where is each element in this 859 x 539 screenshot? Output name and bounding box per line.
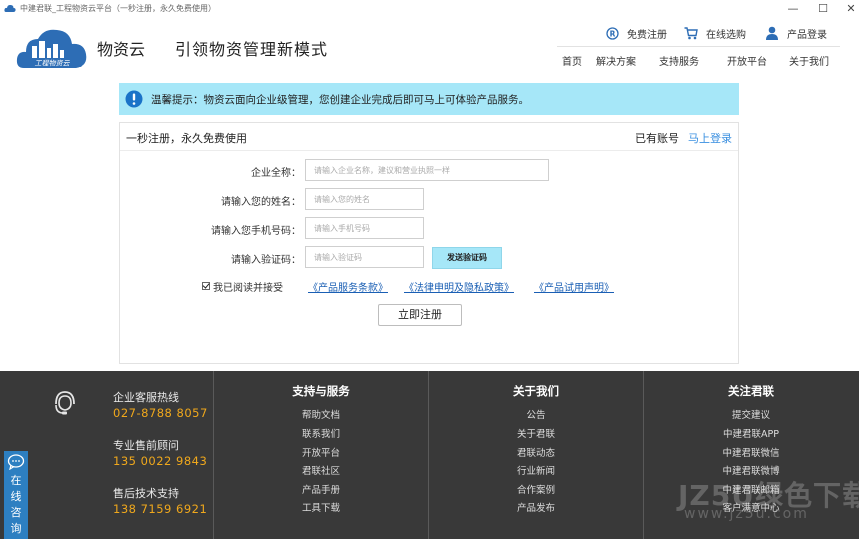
register-submit-button[interactable]: 立即注册	[378, 304, 462, 326]
brand-name: 物资云	[97, 40, 146, 59]
code-input[interactable]	[305, 246, 424, 268]
nav-divider	[557, 46, 840, 47]
logo-text: 工程物资云	[35, 60, 71, 68]
app-cloud-icon	[4, 4, 16, 12]
footer-link[interactable]: 公告	[429, 407, 643, 421]
footer-link[interactable]: 开放平台	[214, 445, 428, 459]
agree-checkbox[interactable]	[202, 282, 210, 290]
login-label: 产品登录	[787, 29, 827, 41]
login-link[interactable]: 产品登录	[765, 24, 827, 42]
aftersales-phone: 138 7159 6921	[113, 502, 208, 516]
panel-title: 一秒注册，永久免费使用	[126, 132, 247, 145]
svg-text:R: R	[610, 29, 616, 38]
nav-solutions[interactable]: 解决方案	[596, 53, 636, 68]
minimize-button[interactable]: —	[778, 0, 808, 18]
footer-link[interactable]: 君联社区	[214, 463, 428, 477]
panel-header: 一秒注册，永久免费使用 已有账号 马上登录	[120, 123, 738, 151]
notice-banner: 温馨提示：物资云面向企业级管理，您创建企业完成后即可马上可体验产品服务。	[119, 83, 739, 115]
user-icon	[766, 26, 778, 40]
agree-label: 我已阅读并接受	[213, 282, 283, 294]
follow-column-title: 关注君联	[728, 384, 774, 398]
online-consult-button[interactable]: 在线咨询	[4, 451, 28, 539]
footer-link[interactable]: 中建君联APP	[644, 426, 858, 440]
hotline-label: 企业客服热线	[113, 391, 179, 404]
company-input[interactable]	[305, 159, 549, 181]
support-column-title: 支持与服务	[292, 384, 350, 398]
window-titlebar: 中建君联_工程物资云平台（一秒注册，永久免费使用） — ☐ ✕	[0, 0, 859, 18]
company-logo[interactable]: 工程物资云	[14, 22, 90, 74]
footer-link[interactable]: 产品手册	[214, 482, 428, 496]
code-label: 请输入验证码：	[231, 255, 301, 266]
cart-icon	[684, 26, 698, 39]
footer-link[interactable]: 产品发布	[429, 500, 643, 514]
shop-label: 在线选购	[706, 29, 746, 41]
info-icon	[125, 90, 143, 108]
footer-link[interactable]: 行业新闻	[429, 463, 643, 477]
headset-icon	[55, 391, 75, 415]
online-consult-label: 在线咨询	[10, 474, 22, 535]
trial-statement-link[interactable]: 《产品试用声明》	[534, 279, 614, 294]
footer-link[interactable]: 关于君联	[429, 426, 643, 440]
footer-link[interactable]: 君联动态	[429, 445, 643, 459]
register-label: 免费注册	[627, 29, 667, 41]
shop-link[interactable]: 在线选购	[684, 24, 746, 42]
login-now-link[interactable]: 马上登录	[688, 130, 732, 146]
close-button[interactable]: ✕	[836, 0, 859, 18]
footer-link[interactable]: 联系我们	[214, 426, 428, 440]
footer-link[interactable]: 提交建议	[644, 407, 858, 421]
footer-link[interactable]: 合作案例	[429, 482, 643, 496]
phone-label: 请输入您手机号码：	[211, 226, 301, 237]
presales-label: 专业售前顾问	[113, 439, 179, 452]
chat-bubble-icon	[7, 454, 25, 470]
terms-link[interactable]: 《产品服务条款》	[308, 279, 388, 294]
footer-link[interactable]: 工具下载	[214, 500, 428, 514]
watermark-url: www.jz5u.com	[684, 506, 809, 522]
maximize-button[interactable]: ☐	[808, 0, 838, 18]
register-panel: 一秒注册，永久免费使用 已有账号 马上登录 企业全称： 请输入您的姓名： 请输入…	[119, 122, 739, 364]
have-account-text: 已有账号	[635, 132, 679, 145]
nav-about[interactable]: 关于我们	[789, 53, 829, 68]
nav-open-platform[interactable]: 开放平台	[727, 53, 767, 68]
nav-support[interactable]: 支持服务	[659, 53, 699, 68]
hotline-phone: 027-8788 8057	[113, 406, 208, 420]
footer-link[interactable]: 中建君联微信	[644, 445, 858, 459]
privacy-link[interactable]: 《法律申明及隐私政策》	[404, 279, 514, 294]
agree-checkbox-row[interactable]: 我已阅读并接受	[202, 279, 283, 294]
register-link[interactable]: R 免费注册	[606, 24, 667, 42]
presales-phone: 135 0022 9843	[113, 454, 208, 468]
aftersales-label: 售后技术支持	[113, 487, 179, 500]
company-label: 企业全称：	[251, 168, 301, 179]
footer-link[interactable]: 帮助文档	[214, 407, 428, 421]
about-column-title: 关于我们	[513, 384, 559, 398]
name-input[interactable]	[305, 188, 424, 210]
notice-text: 温馨提示：物资云面向企业级管理，您创建企业完成后即可马上可体验产品服务。	[151, 94, 529, 106]
registered-icon: R	[606, 26, 619, 40]
brand-slogan: 引领物资管理新模式	[175, 40, 329, 59]
send-code-button[interactable]: 发送验证码	[432, 247, 502, 269]
name-label: 请输入您的姓名：	[221, 197, 301, 208]
window-title: 中建君联_工程物资云平台（一秒注册，永久免费使用）	[20, 4, 216, 13]
nav-home[interactable]: 首页	[562, 53, 582, 68]
phone-input[interactable]	[305, 217, 424, 239]
